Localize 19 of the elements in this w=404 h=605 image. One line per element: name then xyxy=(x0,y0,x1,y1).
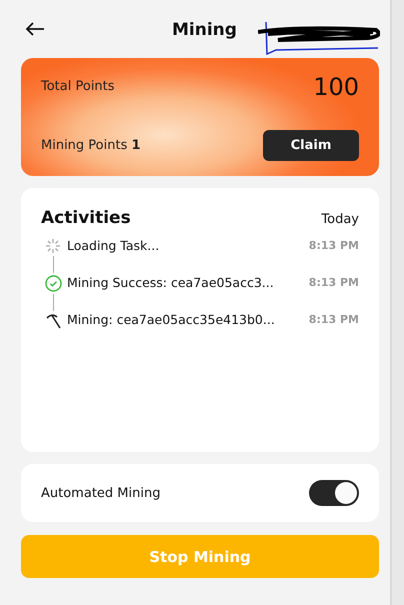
automated-mining-toggle[interactable] xyxy=(309,480,359,506)
activity-time: 8:13 PM xyxy=(308,239,359,252)
claim-button[interactable]: Claim xyxy=(263,130,359,162)
pickaxe-icon xyxy=(44,312,62,330)
activity-text: Loading Task... xyxy=(67,238,160,253)
activity-text: Mining Success: cea7ae05acc3... xyxy=(67,275,275,290)
automated-mining-label: Automated Mining xyxy=(41,486,160,500)
activities-date: Today xyxy=(321,212,359,227)
total-points-label: Total Points xyxy=(41,79,115,94)
page-title: Mining xyxy=(172,20,237,40)
check-circle-icon xyxy=(44,275,62,292)
activities-title: Activities xyxy=(41,208,131,228)
activity-time: 8:13 PM xyxy=(308,276,359,289)
activity-time: 8:13 PM xyxy=(308,313,359,326)
loading-spinner-icon xyxy=(45,238,61,254)
activity-text: Mining: cea7ae05acc35e413b0... xyxy=(67,312,276,327)
total-points-value: 100 xyxy=(313,72,359,101)
mining-points-label: Mining Points 1 xyxy=(41,138,141,154)
back-arrow-icon[interactable] xyxy=(25,21,45,37)
